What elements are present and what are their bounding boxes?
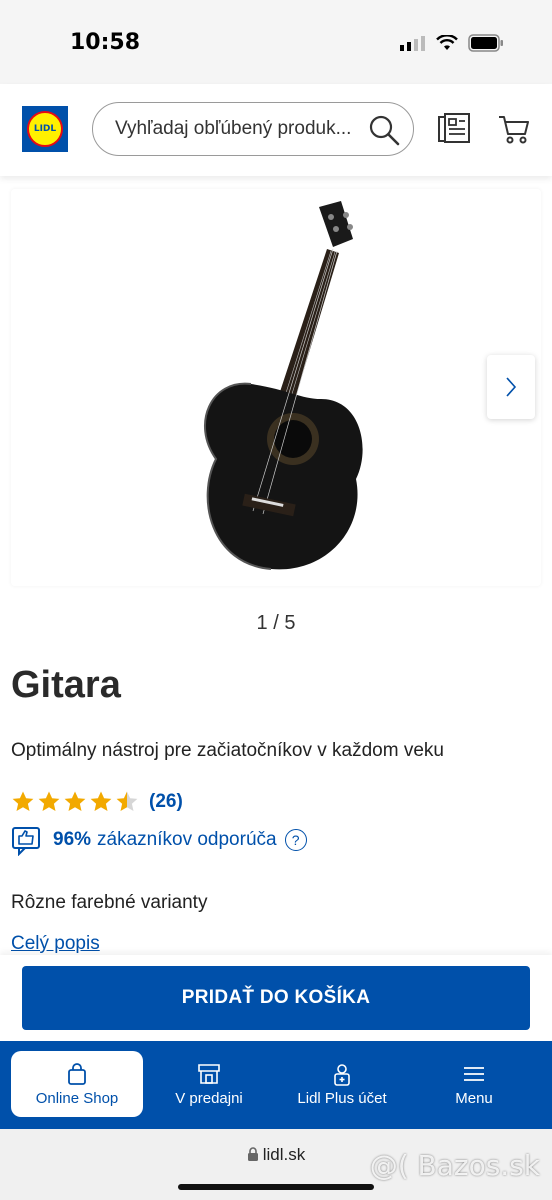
cellular-signal-icon	[400, 36, 425, 51]
cart-icon[interactable]	[497, 112, 531, 146]
recommendation: 96% zákazníkov odporúča ?	[11, 824, 307, 856]
star-icon	[12, 791, 34, 811]
browser-address-bar[interactable]: lidl.sk @( Bazos.sk	[0, 1129, 552, 1200]
product-title: Gitara	[11, 664, 121, 706]
lidl-plus-account-icon	[334, 1063, 350, 1086]
rating-count[interactable]: (26)	[149, 791, 183, 813]
product-subtitle: Optimálny nástroj pre začiatočníkov v ka…	[11, 740, 444, 761]
bottom-navigation: Online Shop V predajni Lidl Plus účet Me…	[0, 1041, 552, 1129]
nav-menu[interactable]: Menu	[408, 1051, 540, 1117]
add-to-cart-button[interactable]: PRIDAŤ DO KOŠÍKA	[22, 966, 530, 1030]
nav-online-shop[interactable]: Online Shop	[11, 1051, 143, 1117]
battery-icon	[468, 34, 503, 52]
hamburger-menu-icon	[464, 1066, 484, 1081]
status-icons	[400, 34, 504, 52]
star-icon	[64, 791, 86, 811]
wifi-icon	[436, 35, 458, 50]
star-icon	[116, 791, 138, 811]
status-bar: 10:58	[0, 0, 552, 84]
gallery-pager: 1 / 5	[256, 612, 296, 634]
header: LIDL Vyhľadaj obľúbený produk...	[0, 84, 552, 176]
chevron-right-icon	[506, 377, 517, 397]
recommend-text: zákazníkov odporúča	[97, 829, 277, 850]
nav-menu-label: Menu	[455, 1089, 493, 1107]
guitar-product-image	[204, 201, 363, 570]
url-text: lidl.sk	[262, 1145, 306, 1164]
product-gallery[interactable]	[11, 189, 541, 586]
nav-in-store-label: V predajni	[175, 1089, 243, 1107]
lidl-logo[interactable]: LIDL	[22, 106, 68, 152]
lidl-logo-text: LIDL	[27, 111, 63, 147]
nav-lidl-plus-account[interactable]: Lidl Plus účet	[276, 1051, 408, 1117]
search-input[interactable]: Vyhľadaj obľúbený produk...	[92, 102, 414, 156]
recommend-percentage: 96%	[53, 829, 92, 850]
lock-icon	[247, 1147, 258, 1161]
nav-lidl-plus-account-label: Lidl Plus účet	[297, 1089, 387, 1107]
watermark: @( Bazos.sk	[369, 1149, 540, 1182]
star-icon	[90, 791, 112, 811]
store-icon	[198, 1063, 220, 1084]
leaflet-icon[interactable]	[437, 112, 471, 146]
status-time: 10:58	[70, 30, 141, 55]
add-to-cart-bar: PRIDAŤ DO KOŠÍKA	[0, 955, 552, 1041]
full-description-link[interactable]: Celý popis	[11, 933, 100, 955]
nav-in-store[interactable]: V predajni	[143, 1051, 275, 1117]
search-icon[interactable]	[367, 113, 401, 147]
variants-text: Rôzne farebné varianty	[11, 892, 208, 913]
star-icon	[38, 791, 60, 811]
rating-stars	[11, 790, 139, 814]
home-indicator[interactable]	[178, 1184, 374, 1190]
next-image-button[interactable]	[487, 355, 535, 419]
thumbs-up-icon	[12, 827, 40, 856]
shopping-bag-icon	[68, 1062, 86, 1085]
product-rating[interactable]: (26)	[11, 790, 183, 814]
nav-online-shop-label: Online Shop	[35, 1089, 119, 1107]
help-icon[interactable]: ?	[284, 829, 307, 851]
search-placeholder: Vyhľadaj obľúbený produk...	[115, 118, 352, 139]
